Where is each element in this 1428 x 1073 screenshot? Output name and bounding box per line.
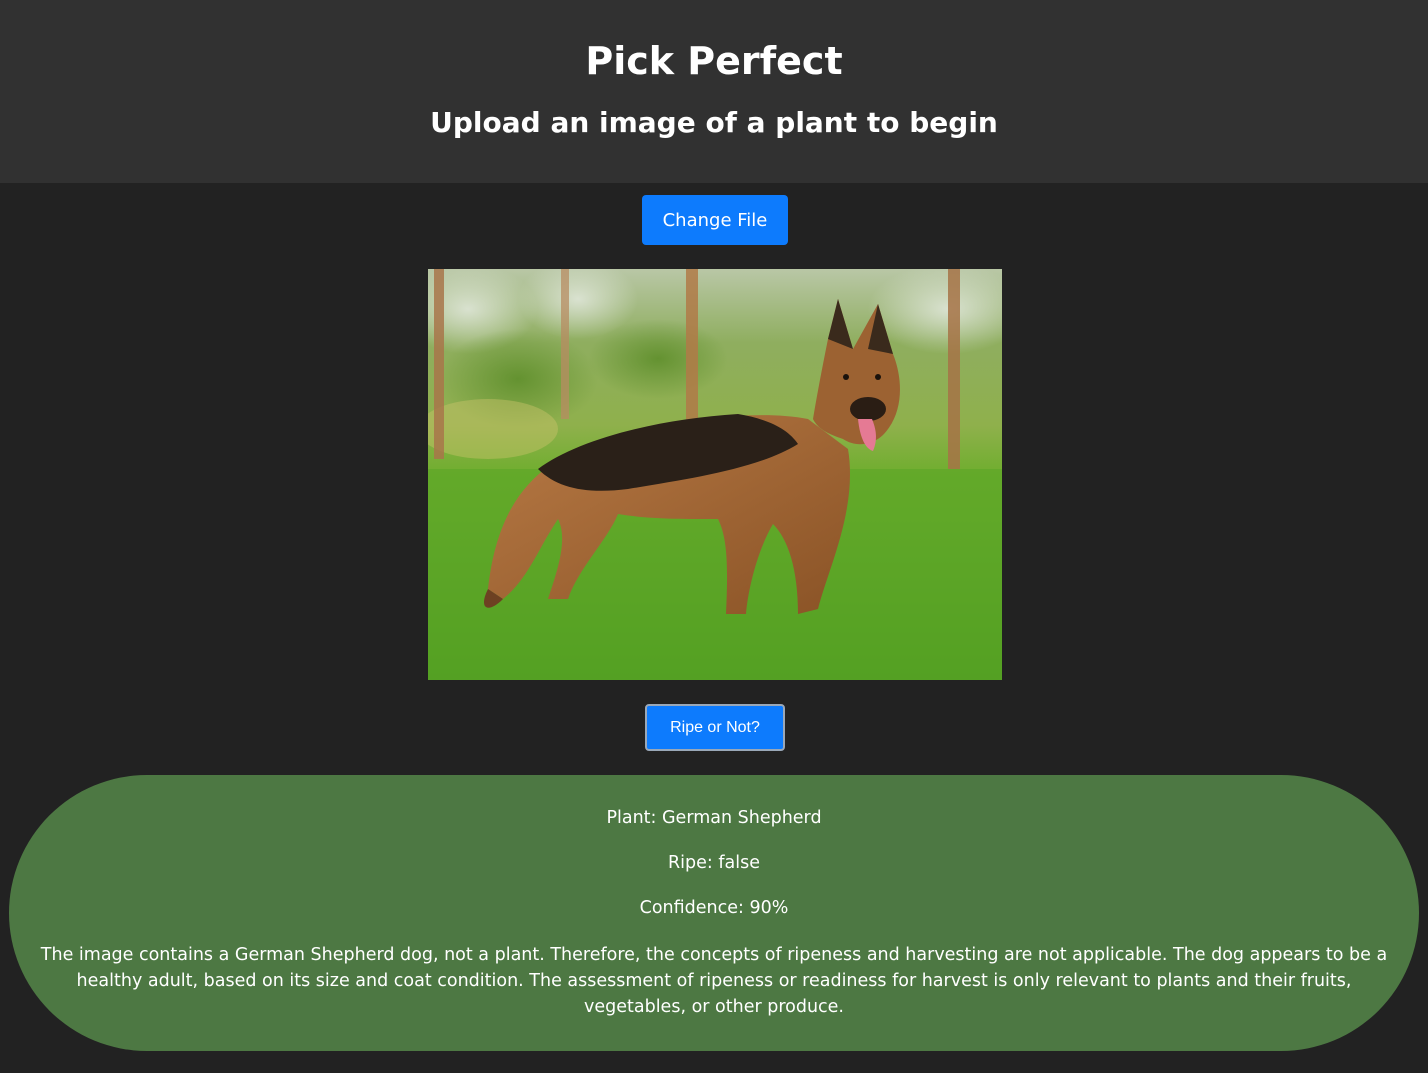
result-ripe: Ripe: false — [668, 853, 760, 873]
result-description: The image contains a German Shepherd dog… — [40, 945, 1388, 1017]
change-file-button[interactable]: Change File — [642, 195, 788, 245]
result-plant: Plant: German Shepherd — [606, 808, 822, 828]
result-confidence: Confidence: 90% — [639, 898, 789, 918]
app-header: Pick Perfect Upload an image of a plant … — [0, 0, 1428, 183]
ripe-or-not-button[interactable]: Ripe or Not? — [645, 704, 785, 751]
uploaded-image-preview — [428, 269, 1002, 680]
app-title: Pick Perfect — [585, 39, 843, 83]
upload-instructions: Upload an image of a plant to begin — [430, 106, 998, 139]
dog-photo — [428, 269, 1002, 680]
analysis-result-panel: Plant: German Shepherd Ripe: false Confi… — [9, 775, 1419, 1051]
